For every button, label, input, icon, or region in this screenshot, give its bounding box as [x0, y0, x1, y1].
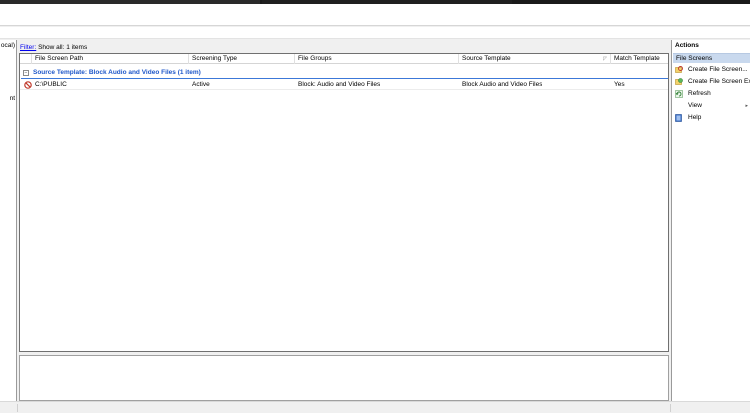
- action-label: View: [688, 102, 702, 109]
- collapse-icon[interactable]: −: [23, 70, 29, 76]
- group-header[interactable]: − Source Template: Block Audio and Video…: [21, 68, 668, 78]
- actions-pane: Actions File Screens Create File Screen.…: [671, 40, 750, 401]
- tree-node-local[interactable]: ocal): [1, 42, 15, 49]
- file-screens-list[interactable]: File Screen Path Screening Type File Gro…: [19, 53, 669, 352]
- details-pane: [19, 355, 669, 401]
- console-tree[interactable]: ocal) nt: [0, 40, 17, 401]
- cell-file-screen-path: C:\PUBLIC: [35, 81, 67, 88]
- action-label: Create File Screen...: [688, 66, 748, 73]
- column-header-match-template[interactable]: Match Template: [611, 54, 668, 64]
- group-divider: [21, 78, 668, 79]
- column-header-file-screen-path[interactable]: File Screen Path: [32, 54, 189, 64]
- action-label: Help: [688, 114, 702, 121]
- status-bar: [0, 401, 750, 413]
- action-create-file-screen-exception[interactable]: Create File Screen Exception...: [673, 77, 750, 87]
- cell-source-template: Block Audio and Video Files: [462, 81, 543, 88]
- table-row[interactable]: C:\PUBLIC Active Block: Audio and Video …: [20, 80, 668, 90]
- list-header: File Screen Path Screening Type File Gro…: [20, 54, 668, 64]
- column-header-file-groups[interactable]: File Groups: [295, 54, 459, 64]
- tree-node-management[interactable]: nt: [10, 95, 15, 102]
- actions-title: Actions: [675, 42, 699, 49]
- file-screen-icon: [24, 81, 32, 89]
- column-header-source-template-label: Source Template: [462, 55, 511, 62]
- status-bar-divider: [17, 404, 18, 412]
- file-screens-pane: Filter: Show all: 1 items File Screen Pa…: [18, 40, 670, 401]
- filter-link[interactable]: Filter:: [20, 44, 36, 51]
- status-bar-divider: [670, 404, 671, 412]
- create-file-screen-icon: [675, 66, 683, 73]
- action-view[interactable]: View ▸: [673, 101, 750, 111]
- menu-bar: [0, 4, 750, 26]
- cell-match-template: Yes: [614, 81, 625, 88]
- group-title: Source Template: Block Audio and Video F…: [33, 69, 201, 76]
- action-label: Refresh: [688, 90, 711, 97]
- action-label: Create File Screen Exception...: [688, 78, 750, 85]
- action-help[interactable]: Help: [673, 113, 750, 123]
- create-exception-icon: [675, 78, 683, 85]
- refresh-icon: [675, 90, 683, 98]
- actions-section-file-screens[interactable]: File Screens: [673, 53, 750, 63]
- column-header-screening-type[interactable]: Screening Type: [189, 54, 295, 64]
- help-icon: [675, 114, 682, 122]
- action-create-file-screen[interactable]: Create File Screen...: [673, 65, 750, 75]
- toolbar: [0, 27, 750, 39]
- cell-screening-type: Active: [192, 81, 210, 88]
- sort-arrow-icon: ◸: [603, 56, 607, 62]
- submenu-arrow-icon: ▸: [745, 103, 748, 109]
- filter-bar: Filter: Show all: 1 items: [20, 42, 668, 53]
- column-header-source-template[interactable]: Source Template ◸: [459, 54, 611, 64]
- filter-status-text: Show all: 1 items: [38, 44, 88, 51]
- action-refresh[interactable]: Refresh: [673, 89, 750, 99]
- column-header-icon[interactable]: [20, 54, 32, 64]
- cell-file-groups: Block: Audio and Video Files: [298, 81, 381, 88]
